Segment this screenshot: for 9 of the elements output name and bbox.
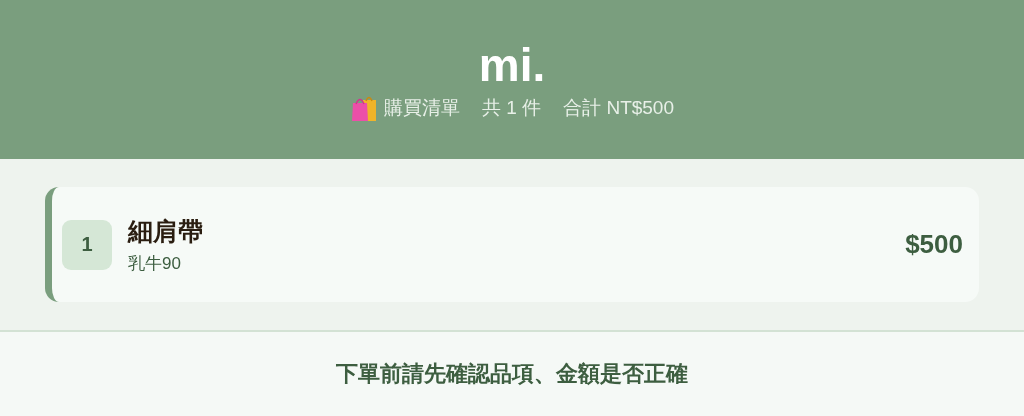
item-count: 共 1 件 — [482, 95, 542, 120]
total-amount: 合計 NT$500 — [563, 95, 674, 120]
item-price: $500 — [905, 229, 963, 261]
item-name: 細肩帶 — [128, 215, 204, 247]
confirm-notice: 下單前請先確認品項、金額是否正確 — [336, 360, 688, 389]
store-title: mi. — [478, 40, 546, 91]
item-variant: 乳牛90 — [128, 252, 182, 275]
list-label: 購買清單 — [384, 95, 460, 120]
item-number: 1 — [62, 219, 112, 270]
